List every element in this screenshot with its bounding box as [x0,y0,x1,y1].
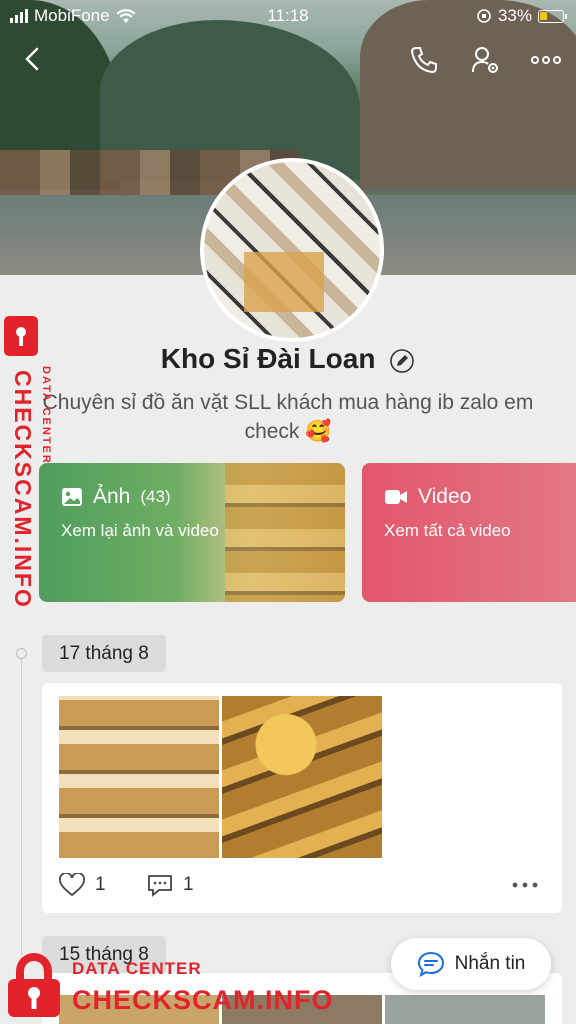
send-message-label: Nhắn tin [454,953,526,974]
phone-icon[interactable] [408,44,440,76]
orientation-lock-icon [477,9,491,23]
comment-button[interactable]: 1 [147,873,194,897]
photos-subtitle: Xem lại ảnh và video [61,521,219,540]
comment-count: 1 [183,874,194,895]
padlock-icon [8,953,60,1017]
battery-percent: 33% [497,6,532,25]
bio-line-1: Chuyên sỉ đồ ăn vặt SLL khách mua hàng i… [42,391,534,414]
videos-subtitle: Xem tất cả video [384,521,511,540]
comment-icon [148,875,172,897]
photos-label: Ảnh [93,485,131,508]
videos-label: Video [418,485,472,508]
timeline-dot [16,648,27,659]
like-button[interactable]: 1 [59,873,106,897]
post-more-icon[interactable] [511,873,539,897]
watermark-side: CHECKSCAM.INFO DATA CENTER [4,310,64,609]
edit-name-icon[interactable] [389,348,415,374]
image-icon [62,488,82,506]
watermark-top-vertical: DATA CENTER [40,366,52,465]
post-photo[interactable] [59,696,219,858]
avatar[interactable] [200,158,384,342]
timeline-line [21,655,22,955]
watermark-brand: CHECKSCAM.INFO [72,985,334,1015]
photos-card-thumbnail [225,463,345,602]
photos-count: (43) [140,487,171,506]
profile-name-row: Kho Sỉ Đài Loan [0,343,576,375]
post-photo[interactable] [222,696,382,858]
back-icon[interactable] [18,44,48,74]
profile-bio: Chuyên sỉ đồ ăn vặt SLL khách mua hàng i… [20,388,556,446]
heart-icon [59,873,85,897]
like-count: 1 [95,874,106,895]
videos-card[interactable]: Video Xem tất cả video [362,463,576,602]
status-bar: MobiFone 11:18 33% [0,0,576,30]
watermark-brand-vertical: CHECKSCAM.INFO [10,370,36,609]
send-message-button[interactable]: Nhắn tin [391,938,551,990]
date-chip: 17 tháng 8 [42,635,166,672]
profile-settings-icon[interactable] [470,44,502,76]
video-camera-icon [385,490,407,504]
watermark-bottom: DATA CENTER CHECKSCAM.INFO [0,945,360,1024]
padlock-icon [4,316,38,356]
photos-card[interactable]: Ảnh (43) Xem lại ảnh và video [39,463,345,602]
profile-name: Kho Sỉ Đài Loan [160,343,376,374]
bio-line-2: check 🥰 [244,420,332,443]
more-options-icon[interactable] [530,44,562,76]
watermark-top: DATA CENTER [72,959,202,978]
post-photo[interactable] [385,995,545,1024]
chat-bubble-icon [417,951,444,977]
battery-icon [538,9,567,23]
feed-post[interactable]: 1 1 [42,683,562,913]
